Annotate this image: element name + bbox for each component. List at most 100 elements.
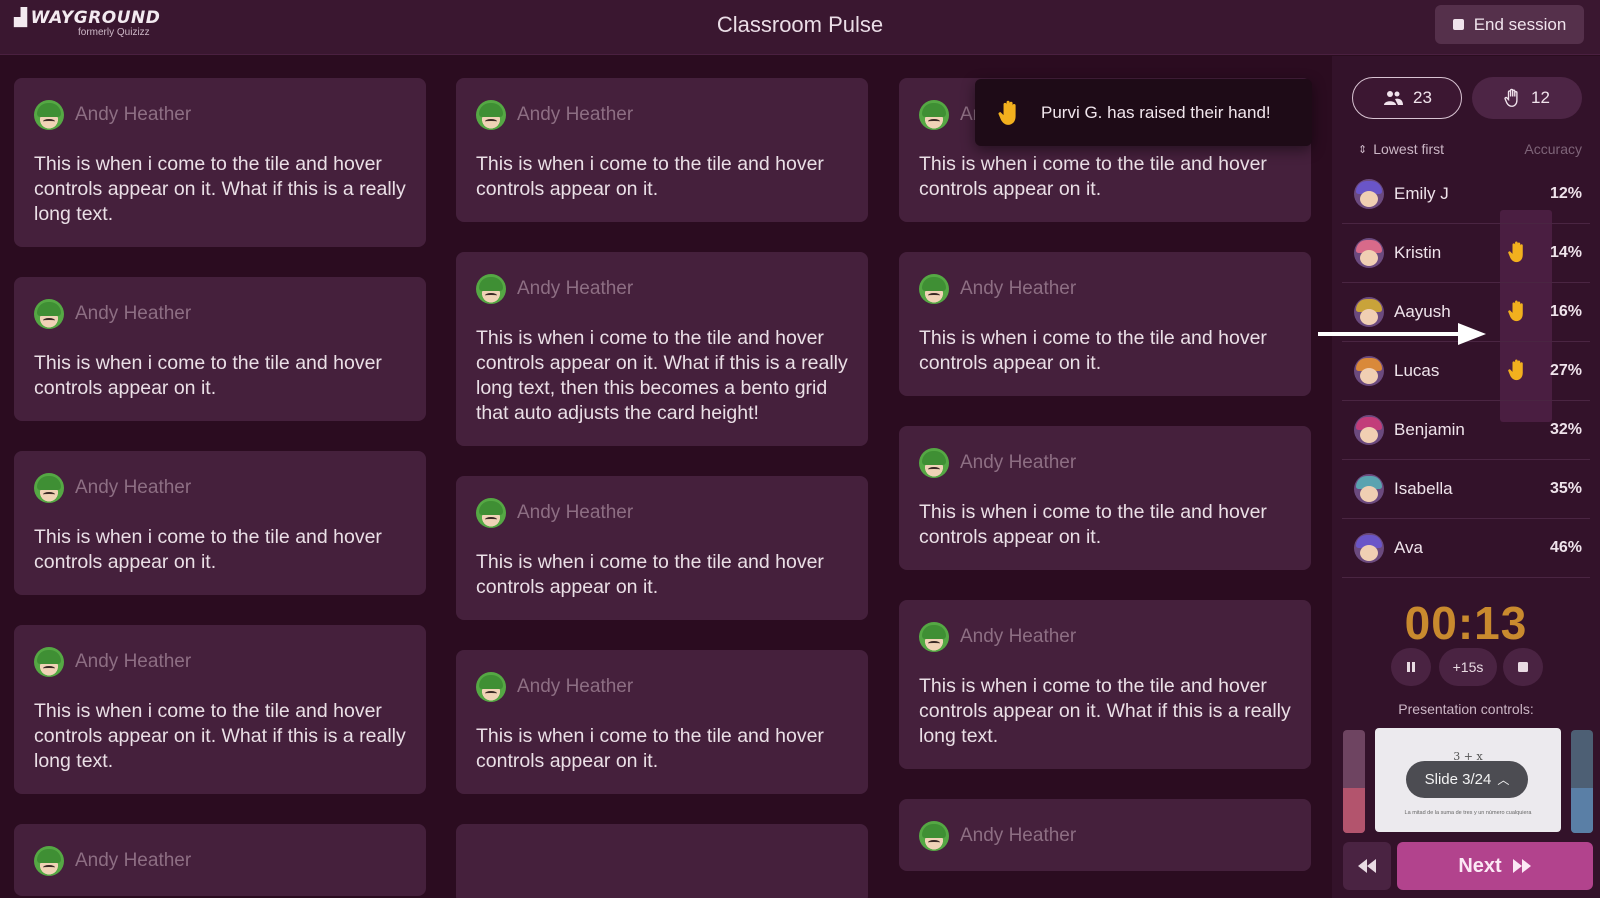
response-card[interactable]: Andy Heather This is when i come to the t… (14, 277, 426, 421)
response-card[interactable]: Andy Heather (14, 824, 426, 896)
card-text: This is when i come to the tile and hove… (919, 327, 1267, 374)
sort-label: Lowest first (1373, 141, 1445, 157)
student-row[interactable]: Ava 46% (1342, 518, 1590, 578)
student-accuracy: 16% (1549, 302, 1582, 320)
response-card[interactable]: Andy Heather This is when i come to the t… (456, 476, 868, 620)
student-accuracy: 32% (1549, 420, 1582, 438)
students-count: 23 (1413, 88, 1432, 107)
card-header: Andy Heather (34, 100, 406, 130)
people-icon (1384, 91, 1404, 105)
students-count-pill[interactable]: 23 (1352, 77, 1462, 119)
student-avatar-icon (1354, 414, 1384, 445)
card-author: Andy Heather (517, 278, 634, 299)
next-button[interactable]: Next (1397, 842, 1593, 890)
response-card[interactable]: Andy Heather This is when i come to the t… (14, 625, 426, 794)
student-avatar-icon (476, 672, 506, 702)
response-card[interactable]: Andy Heather This is when i come to the t… (456, 252, 868, 446)
response-card[interactable]: Andy Heather This is when i come to the t… (14, 78, 426, 247)
card-author: Andy Heather (75, 477, 192, 498)
student-avatar-icon (34, 100, 64, 130)
response-card[interactable]: Andy Heather This is when i come to the t… (14, 451, 426, 595)
card-author: Andy Heather (517, 502, 634, 523)
previous-slide-thumbnail[interactable] (1343, 730, 1365, 833)
card-text: This is when i come to the tile and hove… (476, 153, 824, 200)
student-name: Isabella (1394, 478, 1453, 498)
card-text: This is when i come to the tile and hove… (34, 352, 382, 399)
pause-icon (1407, 662, 1415, 672)
student-name: Emily J (1394, 183, 1449, 203)
student-avatar-icon (919, 821, 949, 851)
student-avatar-icon (919, 448, 949, 478)
card-author: Andy Heather (75, 850, 192, 871)
card-header: Andy Heather (34, 647, 406, 677)
toast-message: Purvi G. has raised their hand! (1041, 102, 1271, 122)
student-accuracy: 35% (1549, 479, 1582, 497)
brand-logo: ▟ WAYGROUND formerly Quizizz (14, 8, 160, 38)
raised-hand-icon (1508, 241, 1523, 263)
student-row[interactable]: Emily J 12% (1342, 164, 1590, 224)
brand-subtitle: formerly Quizizz (78, 27, 150, 38)
card-author: Andy Heather (75, 651, 192, 672)
response-card[interactable]: Andy Heather This is when i come to the t… (899, 252, 1311, 396)
response-card[interactable] (456, 824, 868, 898)
stop-timer-button[interactable] (1503, 648, 1543, 686)
student-accuracy: 27% (1549, 361, 1582, 379)
card-header: Andy Heather (34, 473, 406, 503)
response-card[interactable]: Andy Heather This is when i come to the t… (899, 426, 1311, 570)
end-session-label: End session (1473, 14, 1567, 34)
card-text: This is when i come to the tile and hove… (476, 725, 824, 772)
raised-hand-icon (1508, 300, 1523, 322)
sort-toggle[interactable]: ⇕ Lowest first (1358, 141, 1444, 157)
card-author: Andy Heather (960, 452, 1077, 473)
student-avatar-icon (34, 647, 64, 677)
card-author: Andy Heather (960, 626, 1077, 647)
top-bar: ▟ WAYGROUND formerly Quizizz Classroom Pu… (0, 0, 1600, 55)
card-text: This is when i come to the tile and hove… (919, 501, 1267, 548)
hand-outline-icon (1504, 88, 1518, 107)
add-time-button[interactable]: +15s (1439, 648, 1497, 686)
card-text: This is when i come to the tile and hove… (476, 551, 824, 598)
slide-caption: La mitad de la suma de tres y un número … (1404, 810, 1532, 816)
previous-button[interactable] (1343, 842, 1391, 890)
student-row[interactable]: Benjamin 32% (1342, 400, 1590, 460)
student-row[interactable]: Kristin 14% (1342, 223, 1590, 283)
student-row[interactable]: Isabella 35% (1342, 459, 1590, 519)
card-author: Andy Heather (517, 104, 634, 125)
response-card[interactable]: Andy Heather This is when i come to the t… (456, 650, 868, 794)
response-card[interactable]: Andy Heather This is when i come to the t… (899, 600, 1311, 769)
card-header: Andy Heather (919, 622, 1291, 652)
student-avatar-icon (34, 473, 64, 503)
student-avatar-icon (476, 100, 506, 130)
student-row[interactable]: Lucas 27% (1342, 341, 1590, 401)
responses-column: Andy Heather This is when i come to the t… (14, 78, 426, 898)
next-slide-thumbnail[interactable] (1571, 730, 1593, 833)
card-author: Andy Heather (960, 278, 1077, 299)
card-header: Andy Heather (919, 448, 1291, 478)
student-name: Lucas (1394, 360, 1440, 380)
responses-board: Andy Heather This is when i come to the t… (0, 56, 1332, 898)
responses-column: Andy Heather This is when i come to the t… (899, 78, 1311, 898)
card-header: Andy Heather (476, 498, 848, 528)
card-header: Andy Heather (476, 100, 848, 130)
student-avatar-icon (1354, 355, 1384, 386)
card-header: Andy Heather (919, 821, 1291, 851)
pause-button[interactable] (1391, 648, 1431, 686)
response-card[interactable]: Andy Heather (899, 799, 1311, 871)
response-card[interactable]: Andy Heather This is when i come to the t… (456, 78, 868, 222)
responses-column: Andy Heather This is when i come to the t… (456, 78, 868, 898)
card-author: Andy Heather (960, 825, 1077, 846)
presentation-controls-label: Presentation controls: (1398, 701, 1534, 717)
student-avatar-icon (1354, 532, 1384, 563)
student-accuracy: 14% (1549, 243, 1582, 261)
stop-icon (1518, 662, 1528, 672)
card-author: Andy Heather (517, 676, 634, 697)
card-header: Andy Heather (919, 274, 1291, 304)
end-session-button[interactable]: End session (1435, 5, 1584, 44)
hands-count-pill[interactable]: 12 (1472, 77, 1582, 119)
card-header: Andy Heather (476, 672, 848, 702)
card-text: This is when i come to the tile and hove… (919, 153, 1267, 200)
card-text: This is when i come to the tile and hove… (476, 327, 848, 424)
hands-count: 12 (1531, 88, 1550, 107)
slide-selector[interactable]: Slide 3/24 ︿ (1406, 761, 1528, 798)
student-avatar-icon (1354, 473, 1384, 504)
